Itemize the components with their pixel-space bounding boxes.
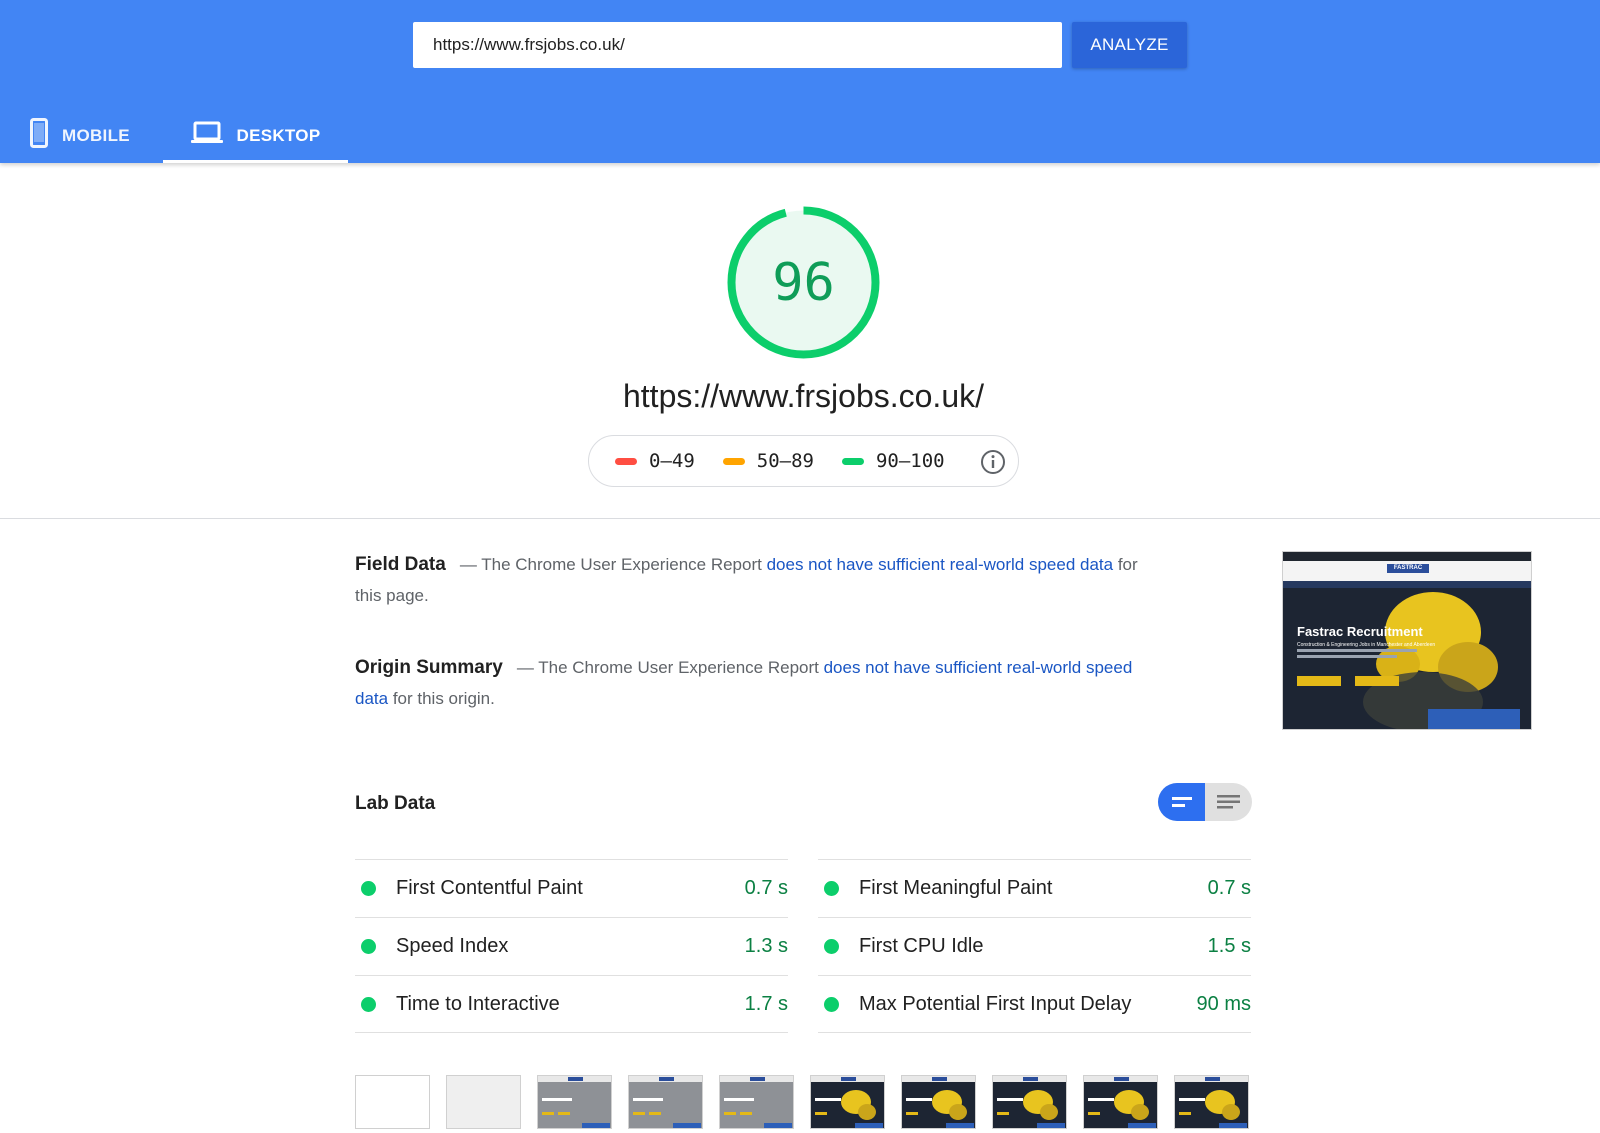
- toggle-description-view[interactable]: [1205, 783, 1252, 821]
- legend-pass-swatch: [841, 457, 864, 465]
- metric-row: First Meaningful Paint 0.7 s: [818, 859, 1251, 917]
- metric-row: Time to Interactive 1.7 s: [355, 975, 788, 1033]
- legend-pass-label: 90–100: [875, 450, 945, 472]
- field-data-prefix: — The Chrome User Experience Report: [459, 555, 767, 574]
- metric-value: 90 ms: [1196, 992, 1251, 1015]
- page-screenshot-thumbnail: Fastrac Recruitment Construction & Engin…: [1282, 551, 1532, 730]
- field-data-section: Field Data — The Chrome User Experience R…: [355, 549, 1165, 611]
- legend-item-average: 50–89: [722, 450, 814, 472]
- analyze-button[interactable]: ANALYZE: [1072, 22, 1187, 68]
- header-bar: ANALYZE MOBILE DESKTOP: [0, 0, 1600, 163]
- info-icon[interactable]: [980, 449, 1006, 475]
- metric-name: Max Potential First Input Delay: [859, 992, 1132, 1015]
- legend-item-pass: 90–100: [841, 450, 945, 472]
- metric-name: First CPU Idle: [859, 935, 984, 957]
- pass-status-icon: [824, 939, 839, 954]
- pass-status-icon: [824, 881, 839, 896]
- field-data-link[interactable]: does not have sufficient real-world spee…: [767, 555, 1114, 574]
- legend-fail-label: 0–49: [649, 450, 695, 472]
- legend-item-fail: 0–49: [615, 450, 695, 472]
- filmstrip-frame: [992, 1075, 1067, 1129]
- phone-icon: [30, 118, 48, 153]
- lab-metrics-left: First Contentful Paint 0.7 s Speed Index…: [355, 859, 788, 1033]
- metric-view-toggle[interactable]: [1158, 783, 1252, 821]
- origin-summary-section: Origin Summary — The Chrome User Experien…: [355, 652, 1165, 714]
- performance-score: 96: [772, 252, 835, 313]
- metric-name: First Meaningful Paint: [859, 877, 1053, 899]
- metric-name: First Contentful Paint: [396, 877, 583, 899]
- filmstrip-frame: [901, 1075, 976, 1129]
- metric-value: 1.7 s: [744, 992, 788, 1015]
- active-tab-indicator: [163, 160, 348, 163]
- field-data-heading: Field Data: [355, 554, 446, 575]
- metric-value: 0.7 s: [1207, 877, 1251, 899]
- tab-mobile[interactable]: MOBILE: [30, 108, 130, 163]
- tab-desktop[interactable]: DESKTOP: [163, 108, 348, 163]
- preview-subtitle: Construction & Engineering Jobs in Manch…: [1297, 642, 1436, 648]
- metric-name: Speed Index: [396, 935, 509, 957]
- filmstrip-frame: [628, 1075, 703, 1129]
- origin-summary-prefix: — The Chrome User Experience Report: [516, 658, 824, 677]
- metric-value: 0.7 s: [744, 877, 788, 899]
- tab-mobile-label: MOBILE: [62, 125, 130, 145]
- origin-summary-suffix: for this origin.: [388, 689, 495, 708]
- tab-desktop-label: DESKTOP: [236, 125, 321, 145]
- laptop-icon: [190, 121, 223, 150]
- tested-url: https://www.frsjobs.co.uk/: [622, 378, 984, 414]
- metric-row: Max Potential First Input Delay 90 ms: [818, 975, 1251, 1033]
- filmstrip-frame: [810, 1075, 885, 1129]
- pass-status-icon: [361, 996, 376, 1012]
- legend-average-label: 50–89: [756, 450, 814, 472]
- url-input[interactable]: [413, 22, 1062, 68]
- pass-status-icon: [361, 939, 376, 954]
- pass-status-icon: [824, 996, 839, 1012]
- summary-view-icon: [1172, 797, 1192, 807]
- metric-value: 1.3 s: [744, 935, 788, 957]
- origin-summary-heading: Origin Summary: [355, 657, 503, 678]
- score-legend: 0–49 50–89 90–100: [588, 435, 1019, 487]
- toggle-summary-view[interactable]: [1158, 783, 1205, 821]
- description-view-icon: [1217, 795, 1240, 809]
- section-divider: [0, 518, 1600, 519]
- load-filmstrip: [355, 1075, 1255, 1133]
- filmstrip-frame: [1083, 1075, 1158, 1129]
- preview-title: Fastrac Recruitment: [1297, 624, 1423, 639]
- filmstrip-frame: [355, 1075, 430, 1129]
- legend-fail-swatch: [615, 457, 637, 465]
- lab-metrics-right: First Meaningful Paint 0.7 s First CPU I…: [818, 859, 1251, 1033]
- metric-row: First Contentful Paint 0.7 s: [355, 859, 788, 917]
- preview-logo: FASTRAC: [1393, 565, 1423, 571]
- metric-row: Speed Index 1.3 s: [355, 917, 788, 975]
- metric-row: First CPU Idle 1.5 s: [818, 917, 1251, 975]
- filmstrip-frame: [1174, 1075, 1249, 1129]
- legend-average-swatch: [722, 457, 745, 465]
- filmstrip-frame: [719, 1075, 794, 1129]
- filmstrip-frame: [537, 1075, 612, 1129]
- lab-data-heading: Lab Data: [355, 793, 436, 814]
- pass-status-icon: [361, 881, 376, 896]
- filmstrip-frame: [446, 1075, 521, 1129]
- metric-name: Time to Interactive: [396, 992, 560, 1015]
- metric-value: 1.5 s: [1207, 935, 1251, 957]
